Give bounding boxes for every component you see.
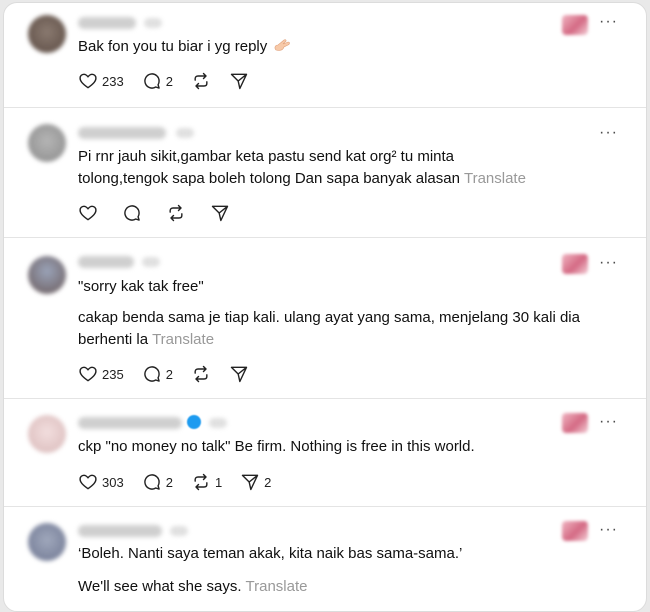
repost-button[interactable]: 1 — [191, 472, 222, 492]
share-count: 2 — [264, 474, 272, 490]
reply-count: 2 — [165, 474, 173, 490]
username[interactable] — [78, 256, 134, 268]
heart-icon — [79, 366, 97, 382]
comment-icon — [143, 73, 160, 89]
post-text: ckp "no money no talk" Be firm. Nothing … — [78, 438, 475, 455]
share-button[interactable]: 2 — [240, 472, 271, 492]
reply-count: 2 — [165, 366, 173, 382]
reply-post: ··· Pi rnr jauh sikit,gambar keta pastu … — [4, 108, 646, 238]
username[interactable] — [78, 127, 166, 139]
comment-icon — [124, 205, 140, 221]
translate-link[interactable]: Translate — [246, 578, 308, 595]
post-actions: 235 2 — [78, 363, 267, 385]
repost-icon — [194, 72, 208, 90]
share-button[interactable] — [210, 203, 230, 223]
heart-icon — [79, 73, 97, 89]
post-text-line: tolong,tengok sapa boleh tolong Dan sapa… — [78, 170, 460, 187]
repost-button[interactable] — [191, 364, 211, 384]
verified-badge-icon — [187, 415, 201, 429]
avatar[interactable] — [28, 256, 66, 294]
avatar[interactable] — [28, 15, 66, 53]
post-text: We'll see what she says. Translate — [78, 576, 307, 598]
more-icon[interactable]: ··· — [599, 414, 618, 430]
avatar[interactable] — [28, 523, 66, 561]
more-icon[interactable]: ··· — [599, 125, 618, 141]
reply-post: ··· ckp "no money no talk" Be firm. Noth… — [4, 399, 646, 507]
post-text-line: berhenti la — [78, 331, 149, 348]
repost-icon — [194, 365, 208, 383]
more-icon[interactable]: ··· — [599, 522, 618, 538]
post-text: Pi rnr jauh sikit,gambar keta pastu send… — [78, 146, 526, 190]
like-count: 235 — [102, 366, 124, 382]
like-count: 303 — [102, 474, 124, 490]
like-button[interactable] — [78, 203, 98, 223]
post-text-content: Bak fon you tu biar i yg reply — [78, 38, 268, 55]
repost-icon — [194, 473, 208, 491]
avatar[interactable] — [28, 415, 66, 453]
reply-post: ··· "sorry kak tak free" cakap benda sam… — [4, 238, 646, 399]
send-icon — [211, 205, 229, 222]
media-thumbnail[interactable] — [562, 521, 588, 541]
username[interactable] — [78, 17, 136, 29]
comment-icon — [143, 366, 160, 382]
repost-button[interactable] — [191, 71, 211, 91]
post-text: Bak fon you tu biar i yg reply — [78, 36, 291, 58]
post-text: ‘Boleh. Nanti saya teman akak, kita naik… — [78, 545, 463, 562]
heart-icon — [79, 205, 97, 221]
reply-button[interactable] — [122, 203, 142, 223]
post-actions: 303 2 1 2 — [78, 471, 289, 493]
post-quote: "sorry kak tak free" — [78, 278, 204, 295]
reply-button[interactable]: 2 — [142, 364, 173, 384]
like-button[interactable]: 235 — [78, 364, 124, 384]
share-button[interactable] — [229, 71, 249, 91]
avatar[interactable] — [28, 124, 66, 162]
reply-post: ··· ‘Boleh. Nanti saya teman akak, kita … — [4, 507, 646, 611]
more-icon[interactable]: ··· — [599, 14, 618, 30]
reply-count: 2 — [165, 73, 173, 89]
like-count: 233 — [102, 73, 124, 89]
send-icon — [230, 366, 248, 383]
translate-link[interactable]: Translate — [152, 331, 214, 348]
timestamp — [142, 257, 160, 267]
username[interactable] — [78, 525, 162, 537]
reply-button[interactable]: 2 — [142, 71, 173, 91]
like-button[interactable]: 233 — [78, 71, 124, 91]
timestamp — [176, 128, 194, 138]
post-actions — [78, 202, 248, 224]
send-icon — [230, 73, 248, 90]
share-button[interactable] — [229, 364, 249, 384]
post-text-line: We'll see what she says. — [78, 578, 242, 595]
translate-link[interactable]: Translate — [464, 170, 526, 187]
thread-card: ··· Bak fon you tu biar i yg reply 233 2 — [3, 2, 647, 612]
post-actions: 233 2 — [78, 70, 267, 92]
timestamp — [170, 526, 188, 536]
reply-button[interactable]: 2 — [142, 472, 173, 492]
post-text: cakap benda sama je tiap kali. ulang aya… — [78, 307, 580, 351]
timestamp — [209, 418, 227, 428]
post-text-line: cakap benda sama je tiap kali. ulang aya… — [78, 309, 580, 326]
more-icon[interactable]: ··· — [599, 255, 618, 271]
post-text-line: Pi rnr jauh sikit,gambar keta pastu send… — [78, 148, 455, 165]
repost-button[interactable] — [166, 203, 186, 223]
hand-emoji — [275, 39, 291, 51]
comment-icon — [143, 474, 160, 490]
media-thumbnail[interactable] — [562, 15, 588, 35]
like-button[interactable]: 303 — [78, 472, 124, 492]
heart-icon — [79, 474, 97, 490]
send-icon — [241, 474, 259, 491]
repost-count: 1 — [214, 474, 223, 490]
media-thumbnail[interactable] — [562, 413, 588, 433]
reply-post: ··· Bak fon you tu biar i yg reply 233 2 — [4, 3, 646, 108]
repost-icon — [169, 204, 183, 222]
media-thumbnail[interactable] — [562, 254, 588, 274]
username[interactable] — [78, 417, 182, 429]
timestamp — [144, 18, 162, 28]
